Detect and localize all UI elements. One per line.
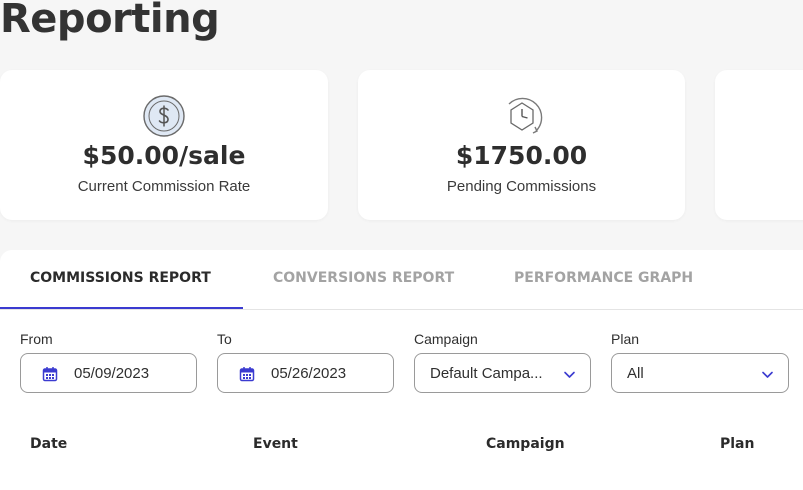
campaign-select[interactable]: Default Campa... (414, 353, 591, 393)
chevron-down-icon (563, 368, 576, 381)
tab-conversions-report[interactable]: CONVERSIONS REPORT (273, 270, 454, 286)
calendar-icon (42, 366, 58, 382)
page-title: Reporting (0, 0, 220, 42)
to-date-value: 05/26/2023 (271, 365, 347, 382)
dollar-icon (142, 94, 186, 138)
column-header-campaign[interactable]: Campaign (486, 436, 565, 452)
campaign-label: Campaign (414, 331, 478, 347)
plan-label: Plan (611, 331, 640, 347)
clock-icon (500, 94, 544, 138)
campaign-selected-value: Default Campa... (430, 365, 543, 382)
tab-performance-graph[interactable]: PERFORMANCE GRAPH (514, 270, 693, 286)
tab-commissions-report[interactable]: COMMISSIONS REPORT (30, 270, 211, 286)
pending-commissions-label: Pending Commissions (446, 178, 597, 195)
column-header-plan[interactable]: Plan (720, 436, 754, 452)
pending-commissions-card: $1750.00 Pending Commissions (358, 70, 685, 220)
to-label: To (217, 331, 232, 347)
from-date-value: 05/09/2023 (74, 365, 150, 382)
commission-rate-value: $50.00/sale (82, 141, 246, 170)
to-date-field[interactable]: 05/26/2023 (217, 353, 394, 393)
report-panel: COMMISSIONS REPORT CONVERSIONS REPORT PE… (0, 250, 803, 490)
from-label: From (20, 331, 53, 347)
summary-card-partial (715, 70, 803, 220)
active-tab-indicator (0, 307, 243, 309)
commission-rate-card: $50.00/sale Current Commission Rate (0, 70, 328, 220)
commission-rate-label: Current Commission Rate (77, 178, 251, 195)
column-header-event[interactable]: Event (253, 436, 298, 452)
from-date-field[interactable]: 05/09/2023 (20, 353, 197, 393)
plan-selected-value: All (627, 365, 644, 382)
calendar-icon (239, 366, 255, 382)
plan-select[interactable]: All (611, 353, 789, 393)
report-tabs: COMMISSIONS REPORT CONVERSIONS REPORT PE… (0, 250, 803, 310)
chevron-down-icon (761, 368, 774, 381)
pending-commissions-value: $1750.00 (455, 141, 588, 170)
column-header-date[interactable]: Date (30, 436, 67, 452)
